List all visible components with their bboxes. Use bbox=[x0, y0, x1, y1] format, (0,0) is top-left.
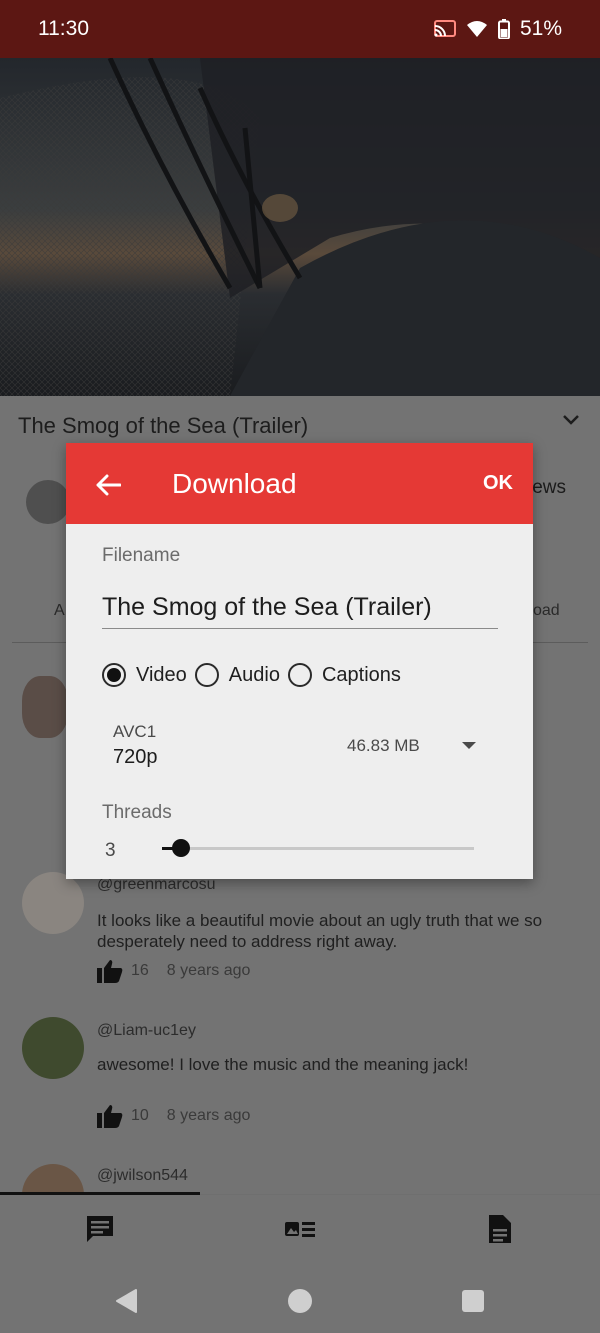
related-items-icon bbox=[285, 1222, 315, 1237]
radio-label: Video bbox=[136, 663, 187, 686]
home-icon bbox=[288, 1289, 312, 1313]
nav-back-button[interactable] bbox=[108, 1283, 144, 1319]
media-type-options: Video Audio Captions bbox=[102, 663, 409, 687]
cast-icon bbox=[433, 20, 456, 37]
dropdown-arrow-icon[interactable] bbox=[461, 741, 477, 750]
tab-comments[interactable] bbox=[80, 1211, 120, 1247]
video-title: The Smog of the Sea (Trailer) bbox=[18, 413, 309, 438]
battery-icon bbox=[497, 19, 510, 39]
download-action-label: oad bbox=[533, 602, 560, 619]
comment-avatar[interactable] bbox=[22, 676, 68, 738]
tab-description[interactable] bbox=[480, 1211, 520, 1247]
radio-button[interactable] bbox=[102, 663, 126, 687]
back-icon bbox=[116, 1289, 137, 1313]
radio-button[interactable] bbox=[287, 663, 312, 687]
dialog-header: Download OK bbox=[66, 443, 533, 524]
action-label-left: A bbox=[54, 602, 65, 619]
dialog-title: Download bbox=[172, 468, 297, 499]
like-count: 10 bbox=[131, 1107, 149, 1124]
threads-label: Threads bbox=[102, 802, 172, 823]
comment-author[interactable]: @Liam-uc1ey bbox=[97, 1022, 196, 1040]
video-thumbnail[interactable] bbox=[0, 58, 600, 396]
like-count: 16 bbox=[131, 962, 149, 979]
ok-button[interactable]: OK bbox=[483, 472, 513, 495]
description-icon bbox=[489, 1215, 511, 1243]
status-icons: 51% bbox=[433, 17, 562, 41]
filename-input[interactable] bbox=[102, 593, 498, 629]
comment-avatar[interactable] bbox=[22, 1017, 84, 1079]
stream-codec: AVC1 bbox=[113, 722, 157, 741]
comment-actions: 16 8 years ago bbox=[97, 959, 250, 983]
status-bar: 11:30 51% bbox=[0, 0, 600, 58]
comment-avatar[interactable] bbox=[22, 872, 84, 934]
radio-selected-dot bbox=[107, 668, 121, 682]
thumbs-up-icon[interactable] bbox=[97, 959, 123, 983]
threads-slider-thumb[interactable] bbox=[171, 839, 190, 857]
radio-video[interactable]: Video bbox=[102, 663, 187, 687]
views-count: iews bbox=[528, 477, 567, 498]
channel-avatar[interactable] bbox=[26, 480, 70, 524]
download-dialog: Download OK Filename Video Audio Caption… bbox=[66, 443, 533, 879]
comment-author[interactable]: @jwilson544 bbox=[97, 1167, 188, 1185]
tab-related[interactable] bbox=[280, 1211, 320, 1247]
nav-home-button[interactable] bbox=[282, 1283, 318, 1319]
radio-label: Captions bbox=[321, 663, 401, 686]
threads-value: 3 bbox=[105, 840, 116, 861]
comment-text: awesome! I love the music and the meanin… bbox=[97, 1055, 469, 1074]
arrow-left-icon bbox=[96, 474, 121, 496]
radio-label: Audio bbox=[228, 663, 280, 686]
status-time: 11:30 bbox=[38, 17, 89, 40]
comment-time: 8 years ago bbox=[166, 1107, 251, 1124]
thumbs-up-icon[interactable] bbox=[97, 1104, 123, 1128]
comments-icon bbox=[87, 1216, 113, 1242]
filename-label: Filename bbox=[102, 545, 181, 566]
radio-button[interactable] bbox=[194, 663, 219, 687]
comment-time: 8 years ago bbox=[166, 962, 251, 979]
radio-captions[interactable]: Captions bbox=[287, 663, 401, 687]
stream-quality-select[interactable]: 720p bbox=[113, 746, 158, 769]
recents-icon bbox=[462, 1290, 484, 1312]
video-image bbox=[0, 58, 600, 396]
system-nav-bar bbox=[0, 1265, 600, 1333]
stream-size: 46.83 MB bbox=[347, 736, 420, 755]
threads-slider[interactable] bbox=[162, 847, 474, 850]
wifi-icon bbox=[466, 21, 487, 37]
nav-recents-button[interactable] bbox=[455, 1283, 491, 1319]
bottom-tabs bbox=[0, 1195, 600, 1265]
comment-actions: 10 8 years ago bbox=[97, 1104, 250, 1128]
radio-audio[interactable]: Audio bbox=[194, 663, 280, 687]
dialog-back-button[interactable] bbox=[90, 467, 126, 503]
chevron-down-icon[interactable] bbox=[562, 414, 580, 426]
comment-text: It looks like a beautiful movie about an… bbox=[97, 911, 543, 951]
battery-percent: 51% bbox=[519, 17, 562, 40]
